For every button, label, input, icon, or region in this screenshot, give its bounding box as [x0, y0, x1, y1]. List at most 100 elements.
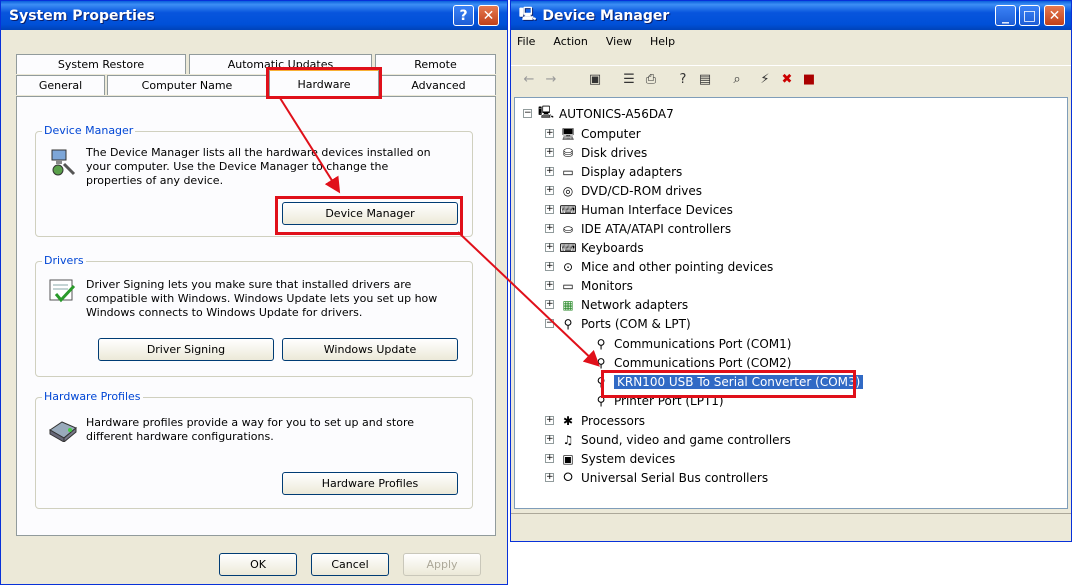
expand-icon[interactable]: +: [545, 129, 554, 138]
maximize-button[interactable]: □: [1019, 5, 1040, 26]
tab-label: Computer Name: [141, 79, 233, 92]
tab-computer-name[interactable]: Computer Name: [107, 75, 267, 95]
tab-label: General: [38, 79, 83, 92]
expand-icon[interactable]: +: [545, 205, 554, 214]
expand-icon[interactable]: +: [545, 454, 554, 463]
node-label: IDE ATA/ATAPI controllers: [581, 221, 732, 236]
port-icon: ⚲: [596, 336, 606, 351]
device-manager-description: The Device Manager lists all the hardwar…: [86, 146, 431, 187]
collapse-icon[interactable]: −: [545, 319, 554, 328]
node-label: Sound, video and game controllers: [581, 432, 791, 447]
node-label: DVD/CD-ROM drives: [581, 183, 703, 198]
expand-icon[interactable]: +: [545, 148, 554, 157]
tree-root[interactable]: − 🖳 AUTONICS-A56DA7: [523, 104, 674, 123]
group-title: Drivers: [42, 254, 86, 267]
tree-node-keyboards[interactable]: + ⌨ Keyboards: [545, 238, 644, 257]
collapse-icon[interactable]: −: [523, 109, 532, 118]
help-button[interactable]: ?: [453, 5, 474, 26]
port-icon: ⚲: [596, 355, 606, 370]
tree-node-com1[interactable]: ⚲ Communications Port (COM1): [593, 334, 792, 353]
window-title: System Properties: [9, 7, 155, 24]
expand-icon[interactable]: +: [545, 300, 554, 309]
tree-node-system-devices[interactable]: + ▣ System devices: [545, 449, 675, 468]
expand-icon[interactable]: +: [545, 167, 554, 176]
menu-view[interactable]: View: [606, 35, 632, 48]
menu-action[interactable]: Action: [553, 35, 587, 48]
system-properties-titlebar[interactable]: System Properties: [1, 1, 507, 30]
apply-button[interactable]: Apply: [403, 553, 481, 576]
properties-icon[interactable]: ☰: [621, 72, 637, 88]
drivers-description: Driver Signing lets you make sure that i…: [86, 278, 438, 319]
tab-system-restore[interactable]: System Restore: [16, 54, 186, 74]
tree-node-mice[interactable]: + ⊙ Mice and other pointing devices: [545, 257, 773, 276]
tree-node-hid[interactable]: + ⌨ Human Interface Devices: [545, 200, 733, 219]
node-label: Communications Port (COM2): [614, 355, 792, 370]
tree-node-monitors[interactable]: + ▭ Monitors: [545, 276, 633, 295]
uninstall-icon[interactable]: ✖: [779, 72, 795, 88]
tree-node-usb[interactable]: + ⭘ Universal Serial Bus controllers: [545, 468, 768, 487]
hardware-profiles-group: Hardware Profiles Hardware profiles prov…: [35, 390, 473, 509]
drivers-group: Drivers Driver Signing lets you make sur…: [35, 254, 473, 377]
ok-button[interactable]: OK: [219, 553, 297, 576]
tree-node-display-adapters[interactable]: + ▭ Display adapters: [545, 162, 682, 181]
expand-icon[interactable]: +: [545, 186, 554, 195]
help-icon[interactable]: ?: [675, 72, 691, 88]
tree-node-sound[interactable]: + ♫ Sound, video and game controllers: [545, 430, 791, 449]
node-label: Display adapters: [581, 164, 683, 179]
tree-node-ide[interactable]: + ⛀ IDE ATA/ATAPI controllers: [545, 219, 731, 238]
expand-icon[interactable]: +: [545, 416, 554, 425]
node-label: AUTONICS-A56DA7: [559, 106, 674, 121]
tab-label: Remote: [414, 58, 457, 71]
port-icon: ⚲: [563, 316, 573, 331]
window-title: Device Manager: [542, 7, 670, 24]
tab-advanced[interactable]: Advanced: [381, 75, 496, 95]
expand-icon[interactable]: +: [545, 435, 554, 444]
windows-update-button[interactable]: Windows Update: [282, 338, 458, 361]
update-driver-icon[interactable]: ⚡: [757, 72, 773, 88]
tab-general[interactable]: General: [16, 75, 105, 95]
tab-remote[interactable]: Remote: [375, 54, 496, 74]
tree-node-disk-drives[interactable]: + ⛁ Disk drives: [545, 143, 647, 162]
node-label: Mice and other pointing devices: [581, 259, 774, 274]
cancel-button[interactable]: Cancel: [311, 553, 389, 576]
scan-hardware-icon[interactable]: ⌕: [729, 72, 745, 88]
disk-drive-icon: ⛁: [562, 145, 574, 160]
node-label: Communications Port (COM1): [614, 336, 792, 351]
menu-bar: File Action View Help: [511, 30, 1071, 53]
hardware-profiles-button[interactable]: Hardware Profiles: [282, 472, 458, 495]
status-bar: [511, 513, 1071, 537]
expand-icon[interactable]: +: [545, 473, 554, 482]
show-hide-tree-icon[interactable]: ▣: [587, 72, 603, 88]
expand-icon[interactable]: +: [545, 281, 554, 290]
tree-node-ports[interactable]: − ⚲ Ports (COM & LPT): [545, 314, 691, 333]
close-button[interactable]: ✕: [478, 5, 499, 26]
expand-icon[interactable]: +: [545, 224, 554, 233]
usb-icon: ⭘: [563, 470, 573, 484]
tree-node-dvd-cdrom[interactable]: + ◎ DVD/CD-ROM drives: [545, 181, 702, 200]
back-icon[interactable]: ←: [521, 72, 537, 88]
tab-label: Advanced: [411, 79, 466, 92]
device-manager-window: 🖳 Device Manager _ □ ✕ File Action View …: [510, 0, 1072, 542]
device-manager-titlebar[interactable]: 🖳 Device Manager: [511, 1, 1071, 30]
menu-help[interactable]: Help: [650, 35, 675, 48]
console-tree-icon[interactable]: ▤: [697, 72, 713, 88]
node-label: Universal Serial Bus controllers: [581, 470, 769, 485]
system-properties-window: System Properties ? ✕ System Restore Aut…: [0, 0, 508, 585]
tree-node-network-adapters[interactable]: + ▦ Network adapters: [545, 295, 688, 314]
toolbar: ← → ▣ ☰ ⎙ ? ▤ ⌕ ⚡ ✖ ■: [511, 65, 1071, 93]
expand-icon[interactable]: +: [545, 262, 554, 271]
print-icon[interactable]: ⎙: [643, 72, 659, 88]
node-label: Network adapters: [581, 297, 689, 312]
driver-signing-button[interactable]: Driver Signing: [98, 338, 274, 361]
close-button[interactable]: ✕: [1044, 5, 1065, 26]
tree-node-processors[interactable]: + ✱ Processors: [545, 411, 645, 430]
menu-file[interactable]: File: [517, 35, 535, 48]
hardware-profiles-description: Hardware profiles provide a way for you …: [86, 416, 415, 443]
node-label: Disk drives: [581, 145, 648, 160]
minimize-button[interactable]: _: [995, 5, 1016, 26]
tree-node-computer[interactable]: + 🖥 Computer: [545, 124, 641, 143]
disable-icon[interactable]: ■: [801, 72, 817, 88]
forward-icon[interactable]: →: [543, 72, 559, 88]
tab-label: System Restore: [57, 58, 145, 71]
expand-icon[interactable]: +: [545, 243, 554, 252]
